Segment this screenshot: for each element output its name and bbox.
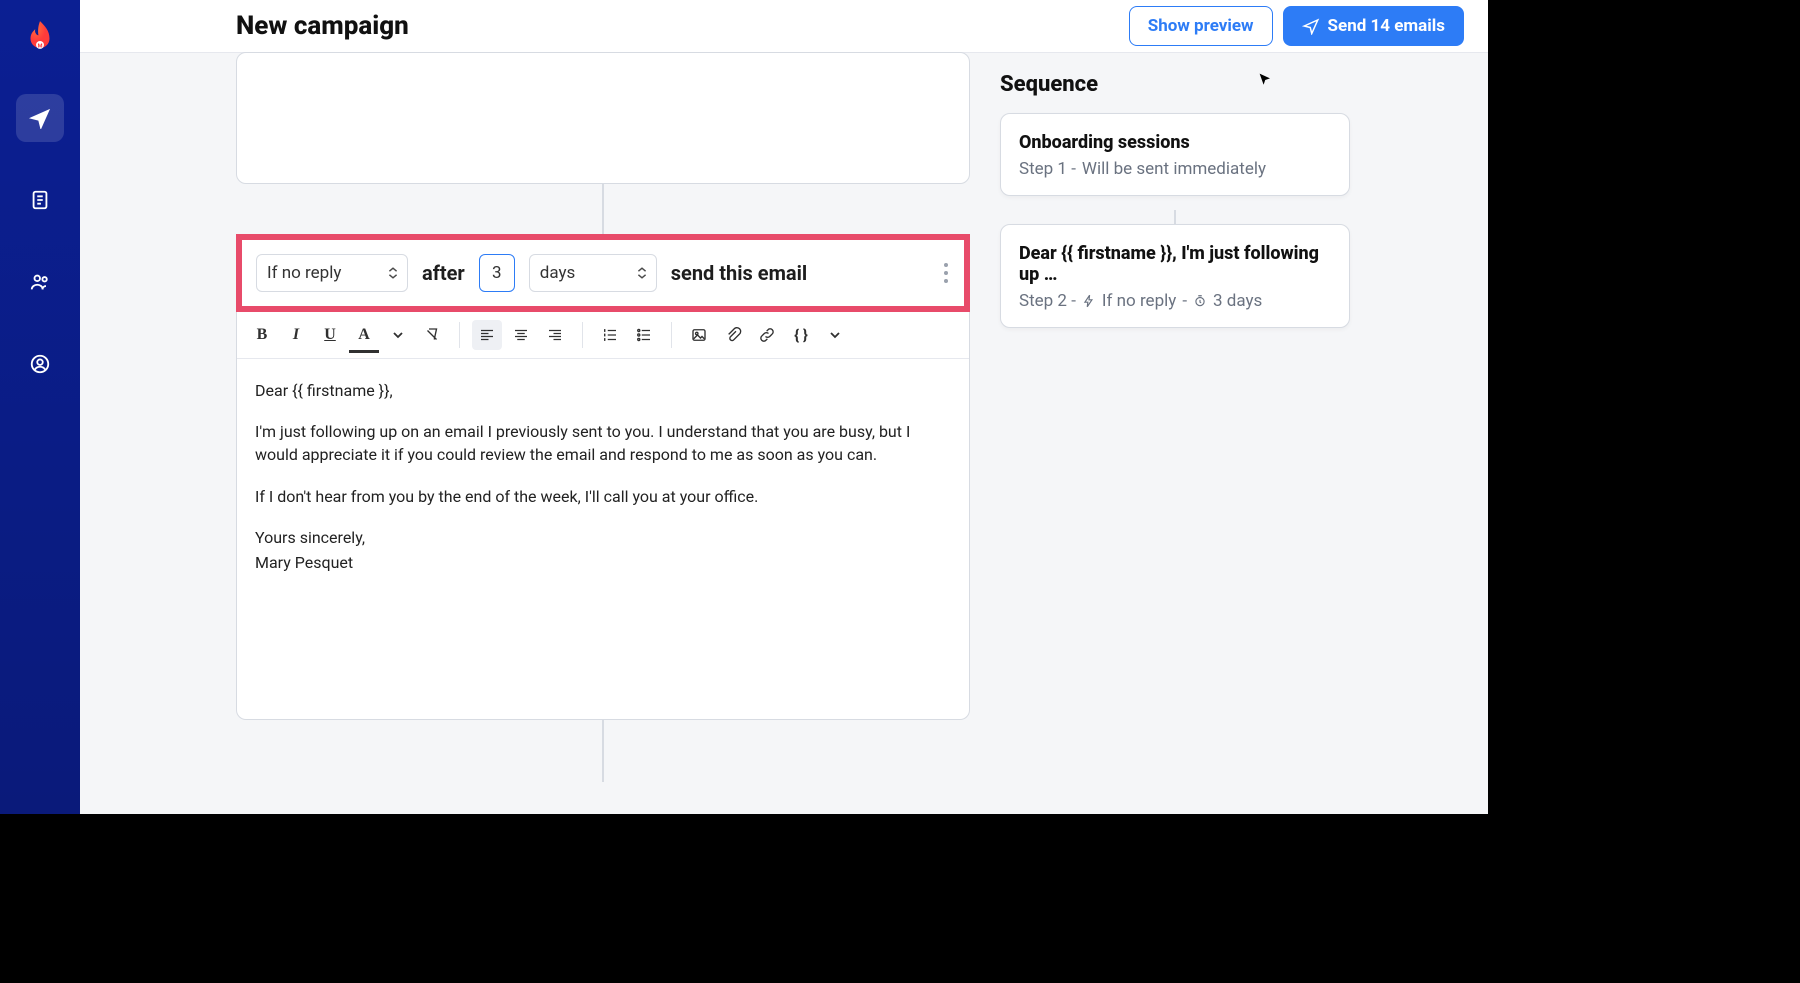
toolbar-separator (671, 322, 672, 348)
sequence-connector (1174, 210, 1176, 224)
step-connector (602, 720, 604, 782)
sequence-step-prefix: Step 1 - (1019, 159, 1076, 179)
nav-contacts[interactable] (16, 258, 64, 306)
body-greeting: Dear {{ firstname }}, (255, 379, 951, 402)
sequence-step-subtitle: Step 2 - If no reply - 3 days (1019, 291, 1331, 311)
unordered-list-button[interactable] (629, 320, 659, 350)
chevron-up-down-icon (387, 267, 399, 279)
step-options-button[interactable] (944, 263, 948, 283)
left-nav: M (0, 0, 80, 814)
sequence-step-card[interactable]: Onboarding sessions Step 1 - Will be sen… (1000, 113, 1350, 196)
sequence-title: Sequence (1000, 72, 1350, 97)
top-actions: Show preview Send 14 emails (1129, 6, 1464, 46)
body-signature: Mary Pesquet (255, 551, 951, 574)
body-signoff: Yours sincerely, (255, 526, 951, 549)
top-bar: New campaign Show preview Send 14 emails (80, 0, 1488, 53)
sequence-panel: Sequence Onboarding sessions Step 1 - Wi… (1000, 60, 1350, 342)
nav-campaigns[interactable] (16, 94, 64, 142)
page-title: New campaign (236, 11, 1129, 41)
font-color-button[interactable]: A (349, 320, 379, 350)
condition-tail-label: send this email (671, 261, 807, 285)
align-center-button[interactable] (506, 320, 536, 350)
sequence-step-prefix: Step 2 - (1019, 291, 1076, 311)
underline-button[interactable]: U (315, 320, 345, 350)
body-paragraph-2: If I don't hear from you by the end of t… (255, 485, 951, 508)
merge-tag-dropdown[interactable] (820, 320, 850, 350)
svg-text:M: M (38, 43, 43, 49)
followup-condition-row: If no reply after 3 days send this email (236, 234, 970, 312)
sequence-step-title: Dear {{ firstname }}, I'm just following… (1019, 243, 1331, 285)
align-right-button[interactable] (540, 320, 570, 350)
editor-toolbar: B I U A { } (237, 312, 969, 359)
delay-unit-select[interactable]: days (529, 254, 657, 292)
step-connector (602, 184, 604, 234)
clear-format-button[interactable] (417, 320, 447, 350)
trigger-select[interactable]: If no reply (256, 254, 408, 292)
link-button[interactable] (752, 320, 782, 350)
ordered-list-button[interactable] (595, 320, 625, 350)
nav-account[interactable] (16, 340, 64, 388)
email-editor-card: B I U A { } (236, 312, 970, 720)
sequence-step-delay: 3 days (1213, 291, 1262, 311)
attachment-button[interactable] (718, 320, 748, 350)
send-emails-label: Send 14 emails (1328, 16, 1445, 36)
sequence-step-cond: If no reply (1102, 291, 1176, 311)
condition-after-label: after (422, 261, 465, 285)
app-surface: M New campaign Show preview (0, 0, 1488, 814)
editor-column: If no reply after 3 days send this email… (236, 52, 970, 814)
image-button[interactable] (684, 320, 714, 350)
font-color-dropdown[interactable] (383, 320, 413, 350)
bold-button[interactable]: B (247, 320, 277, 350)
nav-templates[interactable] (16, 176, 64, 224)
delay-value: 3 (492, 263, 502, 283)
send-icon (1302, 17, 1320, 35)
send-emails-button[interactable]: Send 14 emails (1283, 6, 1464, 46)
merge-tag-button[interactable]: { } (786, 320, 816, 350)
sequence-step-card[interactable]: Dear {{ firstname }}, I'm just following… (1000, 224, 1350, 328)
sequence-step-sep: - (1182, 291, 1187, 311)
trigger-select-value: If no reply (267, 263, 341, 283)
align-left-button[interactable] (472, 320, 502, 350)
delay-unit-value: days (540, 263, 576, 283)
cursor-icon (1258, 72, 1274, 88)
sequence-step-subtitle: Step 1 - Will be sent immediately (1019, 159, 1331, 179)
italic-button[interactable]: I (281, 320, 311, 350)
app-logo[interactable]: M (21, 18, 59, 60)
sequence-step-title: Onboarding sessions (1019, 132, 1331, 153)
bolt-icon (1082, 294, 1096, 308)
chevron-up-down-icon (636, 267, 648, 279)
toolbar-separator (459, 322, 460, 348)
clock-icon (1193, 294, 1207, 308)
sequence-step-tail: Will be sent immediately (1082, 159, 1266, 179)
body-paragraph-1: I'm just following up on an email I prev… (255, 420, 951, 466)
letterbox: M New campaign Show preview (0, 0, 1800, 983)
show-preview-button[interactable]: Show preview (1129, 6, 1273, 46)
toolbar-separator (582, 322, 583, 348)
previous-step-card[interactable] (236, 52, 970, 184)
delay-value-input[interactable]: 3 (479, 254, 515, 292)
email-body[interactable]: Dear {{ firstname }}, I'm just following… (237, 359, 969, 719)
